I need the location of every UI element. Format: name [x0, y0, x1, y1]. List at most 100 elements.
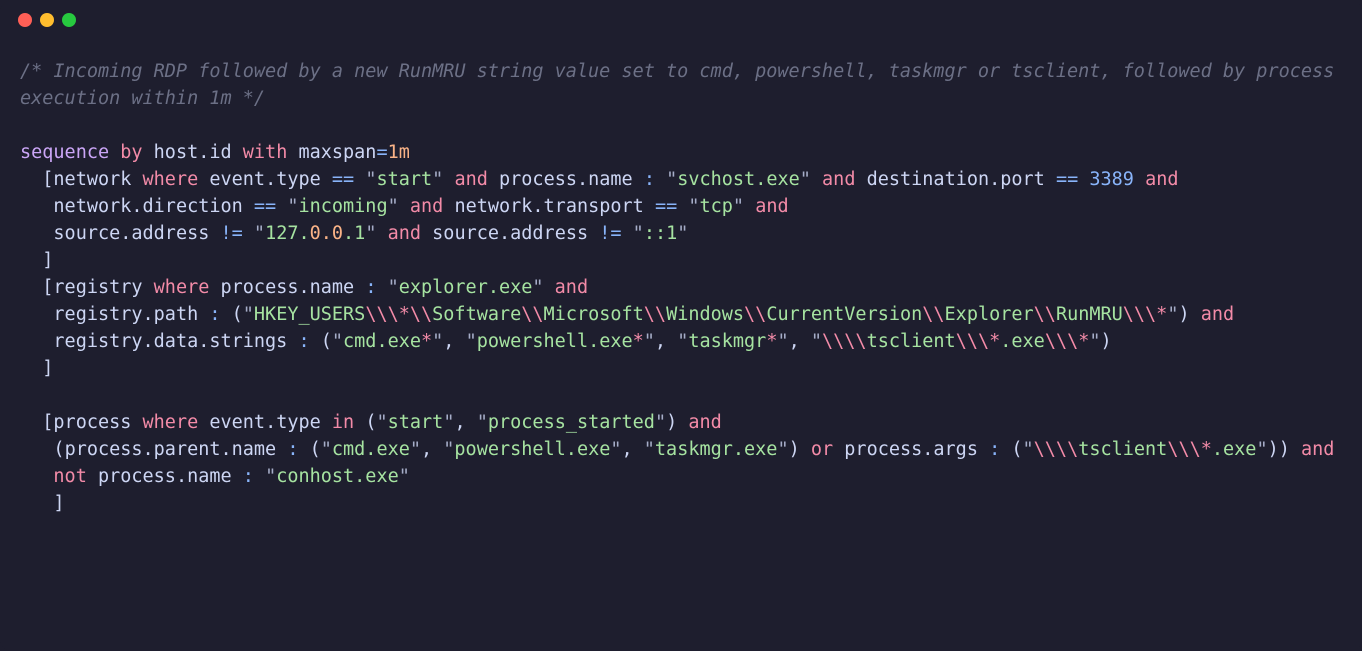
str-hkey-f: Explorer [945, 304, 1034, 325]
str-loopback4c: .1 [343, 223, 365, 244]
esc-bsstar: \* [388, 304, 410, 325]
str-tsclient: tsclient [867, 331, 956, 352]
esc-bsstar: \* [1067, 331, 1089, 352]
field-process: process [53, 412, 131, 433]
quote: " [677, 223, 688, 244]
str-hkey-d: Windows [666, 304, 744, 325]
paren-close: ) [1279, 439, 1290, 460]
field-registry-data-strings: registry.data.strings [53, 331, 287, 352]
quote: " [388, 196, 399, 217]
esc-bsstar: \* [978, 331, 1000, 352]
paren-open: ( [53, 439, 64, 460]
paren-open: ( [321, 331, 332, 352]
bracket-open: [ [42, 277, 53, 298]
quote: " [777, 331, 788, 352]
keyword-and: and [1145, 169, 1178, 190]
quote: " [287, 196, 298, 217]
op-colon: : [209, 304, 220, 325]
zoom-icon[interactable] [62, 13, 76, 27]
keyword-in: in [332, 412, 354, 433]
str-start: start [376, 169, 432, 190]
bracket-close: ] [42, 250, 53, 271]
field-net-dir: network.direction [53, 196, 242, 217]
quote: " [388, 277, 399, 298]
quote: " [655, 412, 666, 433]
comma: , [421, 439, 432, 460]
keyword-where: where [143, 169, 199, 190]
keyword-and: and [555, 277, 588, 298]
str-incoming: incoming [298, 196, 387, 217]
esc-bsbs: \\ [1123, 304, 1145, 325]
quote: " [733, 196, 744, 217]
paren-open: ( [310, 439, 321, 460]
field-net-transport: network.transport [454, 196, 643, 217]
keyword-or: or [811, 439, 833, 460]
str-explorer: explorer.exe [399, 277, 533, 298]
str-process-started: process_started [488, 412, 655, 433]
field-registry-path: registry.path [53, 304, 198, 325]
quote: " [443, 439, 454, 460]
str-ps: powershell.exe [454, 439, 610, 460]
esc-bsstar: \* [1190, 439, 1212, 460]
op-assign: = [376, 142, 387, 163]
close-icon[interactable] [18, 13, 32, 27]
code-content: /* Incoming RDP followed by a new RunMRU… [0, 40, 1362, 537]
quote: " [321, 439, 332, 460]
field-src-addr: source.address [53, 223, 209, 244]
keyword-by: by [120, 142, 142, 163]
keyword-sequence: sequence [20, 142, 109, 163]
quote: " [800, 169, 811, 190]
op-neq: != [599, 223, 621, 244]
op-eqeq: == [655, 196, 677, 217]
keyword-and: and [388, 223, 421, 244]
str-taskmgr-star: taskmgr [688, 331, 766, 352]
esc-bsbs: \\ [410, 304, 432, 325]
quote: " [466, 331, 477, 352]
keyword-with: with [243, 142, 288, 163]
str-hkey-b: Software [432, 304, 521, 325]
esc-bsbsbs: \\\\ [822, 331, 867, 352]
quote: " [677, 331, 688, 352]
esc-bsbs: \\ [922, 304, 944, 325]
minimize-icon[interactable] [40, 13, 54, 27]
str-hkey-c: Microsoft [544, 304, 644, 325]
quote: " [254, 223, 265, 244]
keyword-not: not [53, 466, 86, 487]
str-loopback4a: 127. [265, 223, 310, 244]
window-titlebar [0, 0, 1362, 40]
quote: " [443, 412, 454, 433]
str-svchost: svchost.exe [677, 169, 800, 190]
quote: " [633, 223, 644, 244]
field-src-addr: source.address [432, 223, 588, 244]
quote: " [265, 466, 276, 487]
quote: " [432, 331, 443, 352]
comma: , [789, 331, 800, 352]
keyword-where: where [143, 412, 199, 433]
field-network: network [53, 169, 131, 190]
str-hkey-e: CurrentVersion [766, 304, 922, 325]
code-comment: /* Incoming RDP followed by a new RunMRU… [20, 61, 1345, 109]
field-event-type: event.type [209, 169, 320, 190]
str-tsclient: tsclient [1078, 439, 1167, 460]
quote: " [365, 223, 376, 244]
quote: " [376, 412, 387, 433]
esc-bsstar: \* [1145, 304, 1167, 325]
str-taskmgr: taskmgr.exe [655, 439, 778, 460]
esc-star: * [633, 331, 644, 352]
quote: " [243, 304, 254, 325]
quote: " [644, 331, 655, 352]
str-tsclient-ext: .exe [1000, 331, 1045, 352]
paren-close: ) [1178, 304, 1189, 325]
quote: " [1089, 331, 1100, 352]
comma: , [454, 412, 465, 433]
esc-bsbs: \\ [1034, 304, 1056, 325]
op-colon: : [287, 439, 298, 460]
quote: " [410, 439, 421, 460]
op-neq: != [221, 223, 243, 244]
op-eqeq: == [254, 196, 276, 217]
str-tcp: tcp [700, 196, 733, 217]
esc-bsbs: \\ [744, 304, 766, 325]
str-loopback4b: 0.0 [310, 223, 343, 244]
str-ps-star: powershell.exe [477, 331, 633, 352]
op-colon: : [644, 169, 655, 190]
